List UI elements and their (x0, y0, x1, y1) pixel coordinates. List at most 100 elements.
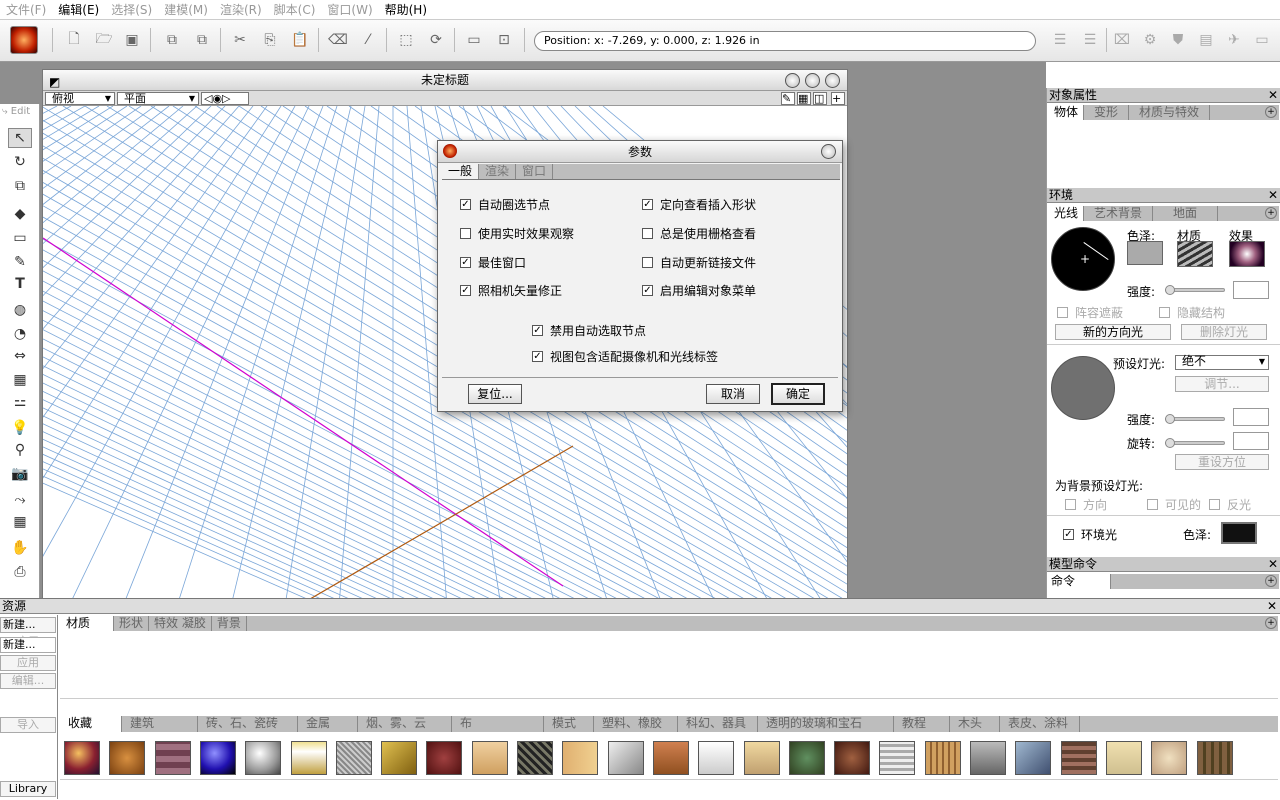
import-3d-icon[interactable]: ⧉ (160, 28, 184, 52)
library-icon[interactable]: ▤ (1194, 28, 1218, 52)
material-thumbnail[interactable] (381, 741, 418, 775)
category-tab-7[interactable]: 塑料、橡胶 (594, 716, 678, 732)
tab-shapes[interactable]: 形状 (114, 616, 150, 631)
preset-intensity-field[interactable] (1233, 408, 1269, 426)
material-thumbnail[interactable] (1151, 741, 1188, 775)
tab-commands[interactable]: 命令 (1049, 574, 1111, 589)
material-thumbnail[interactable] (1060, 741, 1097, 775)
tab-deform[interactable]: 变形 (1084, 105, 1130, 120)
material-thumbnail[interactable] (562, 741, 599, 775)
new-file-icon[interactable]: 🗋 (62, 28, 86, 52)
library-button[interactable]: Library (0, 781, 56, 797)
save-icon[interactable]: ▣ (120, 28, 144, 52)
clapper-icon[interactable]: ⌧ (1110, 28, 1134, 52)
visible-checkbox[interactable]: 可见的 (1147, 496, 1201, 513)
category-tab-3[interactable]: 金属 (298, 716, 358, 732)
dialog-title-bar[interactable]: 参数 (438, 141, 842, 163)
close-icon[interactable]: ✕ (1267, 599, 1277, 613)
option-checkbox-1[interactable]: ✓ 定向查看插入形状 (642, 196, 756, 213)
add-icon[interactable]: + (1265, 617, 1277, 629)
category-tab-0[interactable]: 收藏 (60, 716, 122, 732)
light-direction-sphere[interactable]: + (1051, 227, 1115, 291)
apply-button-2[interactable]: 应用 (0, 655, 56, 671)
option-checkbox-3[interactable]: 总是使用栅格查看 (642, 225, 756, 242)
tab-light[interactable]: 光线 (1049, 206, 1085, 221)
close-icon[interactable]: ✕ (1268, 557, 1278, 572)
align-left-icon[interactable]: ☰ (1048, 28, 1072, 52)
material-thumbnail[interactable] (698, 741, 735, 775)
align-right-icon[interactable]: ☰ (1078, 28, 1102, 52)
tab-materials[interactable]: 材质 (60, 616, 114, 631)
material-thumbnail[interactable] (970, 741, 1006, 775)
direction-checkbox[interactable]: 方向 (1065, 496, 1107, 513)
new-direction-light-button[interactable]: 新的方向光 (1055, 324, 1171, 340)
option-checkbox-2[interactable]: 使用实时效果观察 (460, 225, 574, 242)
copy-icon[interactable]: ⎘ (258, 28, 282, 52)
close-icon[interactable]: ✕ (1268, 188, 1278, 203)
material-thumbnail[interactable] (607, 741, 644, 775)
light-effect-swatch[interactable] (1229, 241, 1265, 267)
ok-button[interactable]: 确定 (771, 383, 825, 405)
material-thumbnail[interactable] (64, 741, 100, 775)
tab-general[interactable]: 一般 (442, 164, 480, 179)
plane-icon[interactable]: ✈ (1222, 28, 1246, 52)
add-view-icon[interactable]: + (831, 92, 845, 105)
open-folder-icon[interactable]: 🗁 (92, 28, 116, 52)
category-tab-4[interactable]: 烟、雾、云 (358, 716, 452, 732)
hand-icon[interactable]: ✋ (8, 538, 32, 558)
render-region-icon[interactable]: ⬚ (394, 28, 418, 52)
view-select[interactable]: 俯视 ▼ (45, 92, 115, 105)
light-color-swatch[interactable] (1127, 241, 1163, 265)
text-tool-icon[interactable]: T (8, 274, 32, 294)
ambient-light-checkbox[interactable]: ✓ 环境光 (1063, 526, 1117, 543)
rotate-field[interactable] (1233, 432, 1269, 450)
cut-icon[interactable]: ✂ (228, 28, 252, 52)
option-checkbox-7[interactable]: ✓ 启用编辑对象菜单 (642, 282, 756, 299)
render-icon[interactable]: ⟳ (424, 28, 448, 52)
adjust-button[interactable]: 调节... (1175, 376, 1269, 392)
new-resource-button-2[interactable]: 新建... (0, 637, 56, 653)
delete-light-button[interactable]: 删除灯光 (1181, 324, 1267, 340)
add-icon[interactable]: + (1265, 575, 1277, 587)
camera-icon[interactable]: 📷 (8, 464, 32, 484)
app-logo-icon[interactable] (10, 26, 38, 54)
tab-effects-gel[interactable]: 特效 凝胶 (149, 616, 212, 631)
material-thumbnail[interactable] (290, 741, 327, 775)
option-checkbox-6[interactable]: ✓ 照相机矢量修正 (460, 282, 562, 299)
paint-icon[interactable]: ◍ (8, 300, 32, 320)
menu-edit[interactable]: 编辑(E) (52, 1, 105, 18)
rotate-slider-knob[interactable] (1165, 438, 1175, 448)
camera-move-icon[interactable]: ⎙ (8, 562, 32, 582)
eraser-icon[interactable]: ⌫ (326, 28, 350, 52)
edit-button[interactable]: 编辑... (0, 673, 56, 689)
material-thumbnail[interactable] (1105, 741, 1142, 775)
deform-icon[interactable]: ▦ (8, 370, 32, 390)
menu-render[interactable]: 渲染(R) (214, 1, 268, 18)
snapshot-icon[interactable]: ⊡ (492, 28, 516, 52)
path-icon[interactable]: ⤳ (8, 490, 32, 510)
dialog-close-button[interactable] (821, 144, 836, 159)
material-thumbnail[interactable] (879, 741, 916, 775)
material-thumbnail[interactable] (154, 741, 191, 775)
minimize-button[interactable] (785, 73, 800, 88)
preset-intensity-knob[interactable] (1165, 414, 1175, 424)
tab-art-background[interactable]: 艺术背景 (1084, 206, 1154, 221)
menu-model[interactable]: 建模(M) (158, 1, 214, 18)
ambient-color-swatch[interactable] (1221, 522, 1257, 544)
brush-icon[interactable]: ⁄ (356, 28, 380, 52)
cancel-button[interactable]: 取消 (706, 384, 760, 404)
material-thumbnail[interactable] (788, 741, 825, 775)
rectangle-icon[interactable]: ▭ (8, 228, 32, 248)
window-toggle-icon[interactable]: ◫ (813, 92, 827, 105)
material-thumbnail[interactable] (652, 741, 689, 775)
horizontal-scrollbar[interactable] (60, 698, 1278, 710)
menu-window[interactable]: 窗口(W) (321, 1, 378, 18)
category-tab-5[interactable]: 布 (452, 716, 544, 732)
eye-toggle[interactable]: ◁◉▷ (201, 92, 249, 105)
material-thumbnail[interactable] (517, 741, 553, 775)
material-thumbnail[interactable] (743, 741, 780, 775)
preset-light-sphere[interactable] (1051, 356, 1115, 420)
category-tab-1[interactable]: 建筑 (122, 716, 198, 732)
option-checkbox-9[interactable]: ✓ 视图包含适配摄像机和光线标签 (532, 348, 718, 365)
material-thumbnail[interactable] (245, 741, 282, 775)
